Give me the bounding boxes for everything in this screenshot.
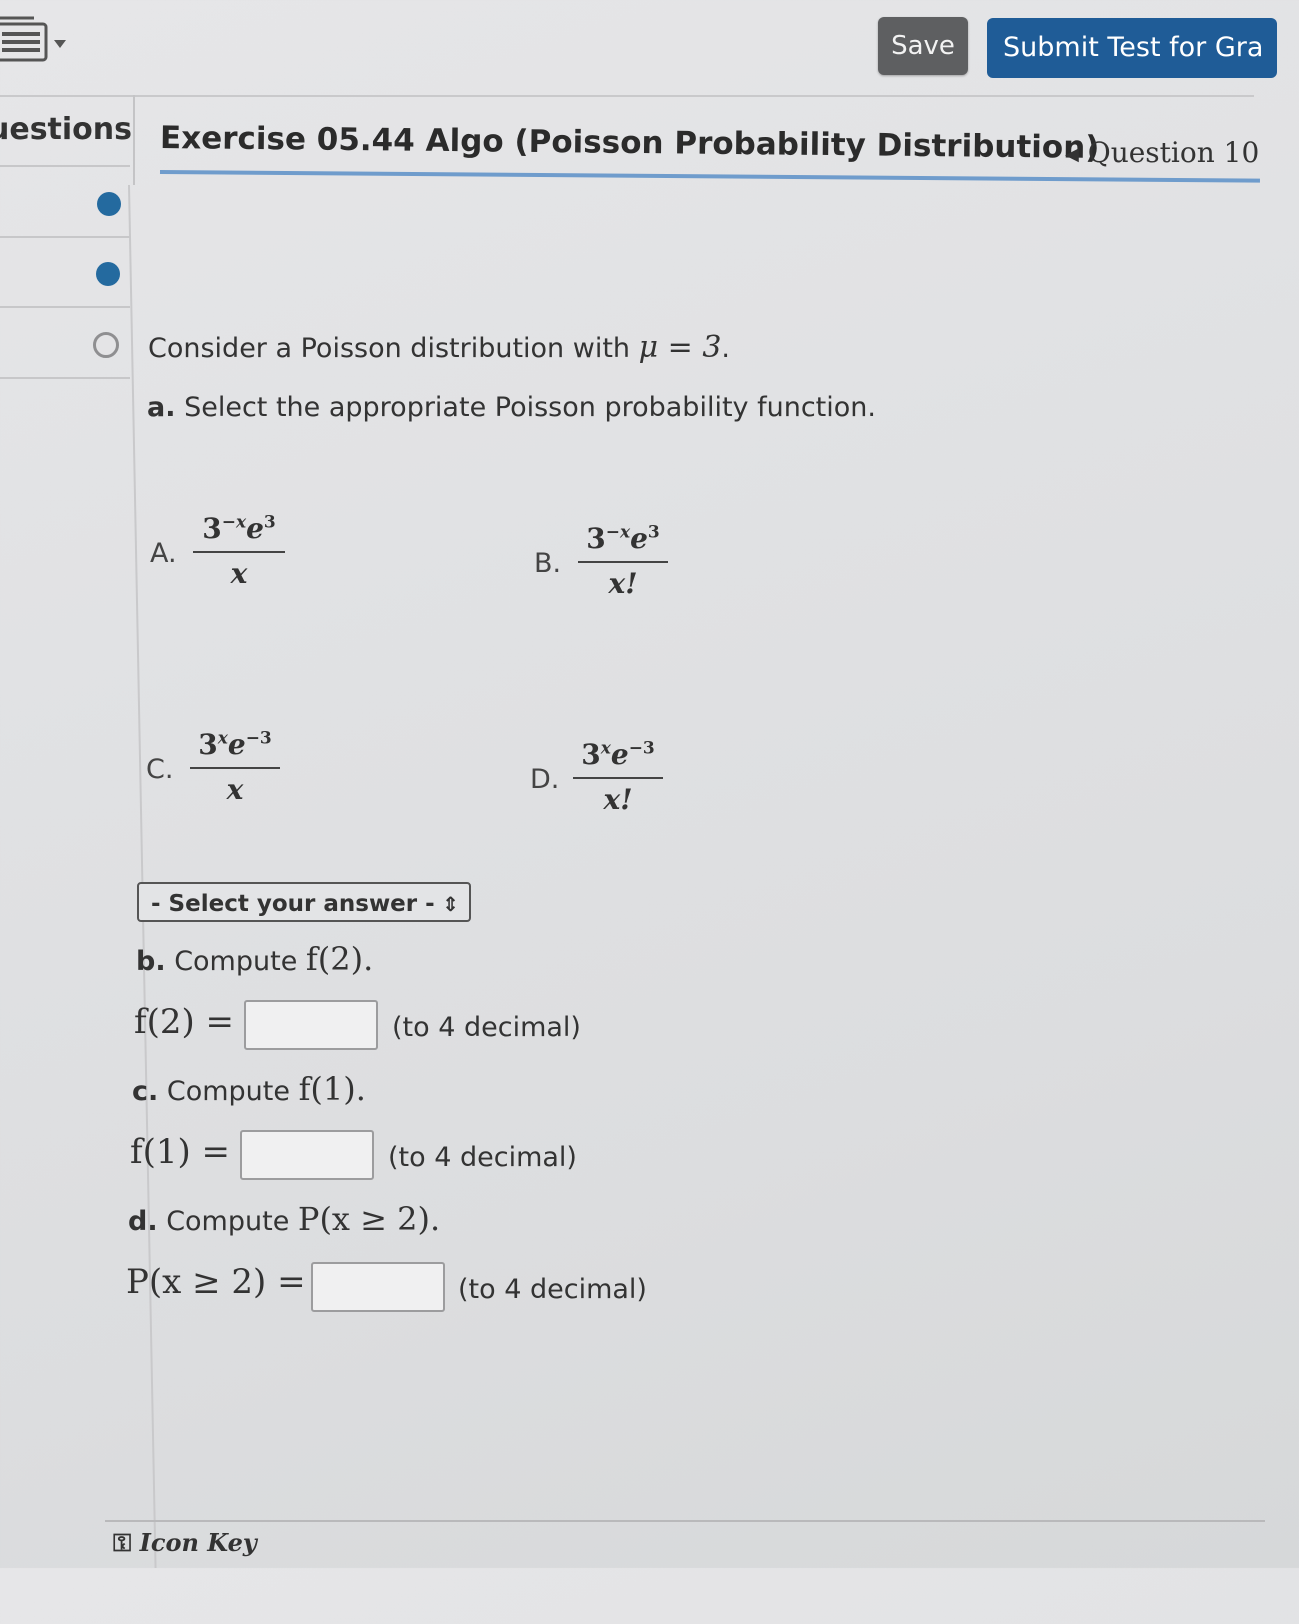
- part-b-prompt: b. Compute f(2).: [136, 940, 374, 978]
- sidebar-row-divider: [0, 306, 130, 308]
- question-nav-label: Question 10: [1087, 136, 1260, 169]
- option-a-letter: A.: [150, 538, 177, 569]
- part-d-prompt: d. Compute P(x ≥ 2).: [128, 1200, 441, 1238]
- exercise-title: Exercise 05.44 Algo (Poisson Probability…: [159, 120, 1100, 166]
- p-x-ge-2-answer-input[interactable]: [311, 1262, 445, 1312]
- part-b-equation: f(2) =: [134, 1002, 235, 1042]
- decimal-hint: (to 4 decimal): [388, 1142, 577, 1173]
- f1-answer-input[interactable]: [240, 1130, 374, 1180]
- option-b-letter: B.: [534, 548, 562, 579]
- sidebar-row-divider: [0, 377, 130, 379]
- toolbar-divider: [0, 95, 1254, 97]
- part-a-label: a.: [147, 392, 176, 423]
- option-a-formula: 3−xe3 x: [193, 512, 285, 590]
- submit-test-button[interactable]: Submit Test for Gra: [987, 18, 1277, 78]
- key-icon: ⚿: [113, 1528, 132, 1557]
- question-status-answered-icon[interactable]: [96, 262, 120, 286]
- option-c-letter: C.: [146, 754, 174, 785]
- intro-end: .: [721, 333, 731, 364]
- question-status-unanswered-icon[interactable]: [93, 332, 119, 358]
- decimal-hint: (to 4 decimal): [392, 1012, 581, 1043]
- top-toolbar: Save Submit Test for Gra: [0, 0, 1277, 95]
- caret-left-icon: ◀: [1065, 144, 1079, 165]
- decimal-hint: (to 4 decimal): [458, 1274, 647, 1305]
- part-a-prompt: a. Select the appropriate Poisson probab…: [147, 392, 876, 423]
- question-status-answered-icon[interactable]: [97, 192, 121, 216]
- f2-answer-input[interactable]: [244, 1000, 378, 1050]
- option-d-letter: D.: [530, 764, 560, 795]
- intro-math: μ = 3: [638, 330, 722, 365]
- part-d-equation: P(x ≥ 2) =: [126, 1262, 306, 1302]
- sidebar-row-divider: [0, 165, 130, 167]
- sidebar-divider: [133, 95, 135, 185]
- previous-question-link[interactable]: ◀ Question 10: [1065, 136, 1259, 169]
- keyboard-icon[interactable]: [0, 14, 74, 66]
- option-b-formula: 3−xe3 x!: [578, 522, 668, 600]
- answer-select[interactable]: - Select your answer - ⇕: [137, 882, 471, 922]
- save-button[interactable]: Save: [878, 17, 968, 75]
- option-d-formula: 3xe−3 x!: [573, 738, 663, 816]
- question-intro: Consider a Poisson distribution with μ =…: [148, 330, 730, 365]
- icon-key-label: Icon Key: [139, 1528, 257, 1557]
- questions-sidebar-header: uestions: [0, 112, 133, 147]
- sidebar-row-divider: [0, 236, 130, 238]
- select-placeholder: - Select your answer -: [151, 891, 435, 917]
- part-c-prompt: c. Compute f(1).: [132, 1070, 366, 1108]
- up-down-chevron-icon: ⇕: [442, 892, 459, 916]
- icon-key-link[interactable]: ⚿ Icon Key: [113, 1528, 257, 1557]
- intro-text: Consider a Poisson distribution with: [148, 333, 639, 364]
- part-c-equation: f(1) =: [130, 1132, 231, 1172]
- exercise-title-underline: [159, 170, 1260, 183]
- option-c-formula: 3xe−3 x: [190, 728, 280, 806]
- footer-divider: [105, 1520, 1265, 1522]
- part-a-text: Select the appropriate Poisson probabili…: [184, 392, 876, 423]
